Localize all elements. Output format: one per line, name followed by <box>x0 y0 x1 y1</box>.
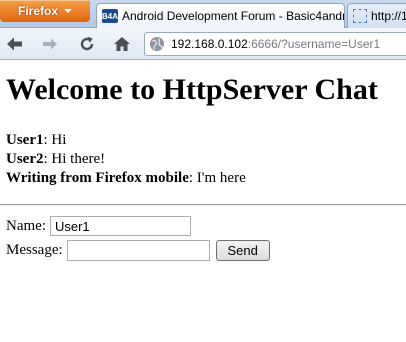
message-row: Message: Send <box>6 238 270 262</box>
page-title: Welcome to HttpServer Chat <box>6 73 378 106</box>
navigation-toolbar: 192.168.0.102:6666/?username=User1 <box>0 28 406 60</box>
b4a-favicon-icon: B4A <box>102 9 118 23</box>
back-button[interactable] <box>3 33 27 55</box>
send-button[interactable]: Send <box>215 239 270 261</box>
chevron-down-icon <box>64 9 72 13</box>
reload-icon <box>80 36 94 51</box>
name-label: Name: <box>6 217 46 234</box>
message-sender: Writing from Firefox mobile <box>6 170 189 186</box>
tab-httpserver-chat[interactable]: http://192.168.0.102:6666/?username=User… <box>347 3 406 28</box>
page-content: Welcome to HttpServer Chat User1: Hi Use… <box>0 60 406 342</box>
firefox-menu-button[interactable]: Firefox <box>0 0 90 22</box>
firefox-menu-label: Firefox <box>17 4 58 18</box>
message-text: : Hi there! <box>43 151 106 167</box>
home-button[interactable] <box>110 33 134 55</box>
forward-button[interactable] <box>38 33 62 55</box>
reload-button[interactable] <box>75 33 99 55</box>
message-text: : Hi <box>43 132 67 148</box>
tab-title: Android Development Forum - Basic4androi… <box>122 9 344 23</box>
horizontal-rule <box>0 204 406 206</box>
message-sender: User2 <box>6 151 44 167</box>
url-text: 192.168.0.102:6666/?username=User1 <box>171 37 380 51</box>
home-icon <box>114 37 130 51</box>
message-text: : I'm here <box>188 170 246 186</box>
message-label: Message: <box>6 241 63 258</box>
address-bar[interactable]: 192.168.0.102:6666/?username=User1 <box>144 32 406 56</box>
name-field[interactable] <box>49 216 191 236</box>
tab-strip: Firefox B4A Android Development Forum - … <box>0 0 406 28</box>
message-line: User1: Hi <box>6 131 246 150</box>
message-line: Writing from Firefox mobile: I'm here <box>6 169 246 188</box>
name-row: Name: <box>6 214 191 238</box>
message-list: User1: Hi User2: Hi there! Writing from … <box>6 131 246 188</box>
back-arrow-icon <box>7 37 22 51</box>
message-sender: User1 <box>6 132 44 148</box>
message-line: User2: Hi there! <box>6 150 246 169</box>
forward-arrow-icon <box>43 38 57 50</box>
globe-icon <box>150 37 164 51</box>
browser-window: Firefox B4A Android Development Forum - … <box>0 0 406 342</box>
message-field[interactable] <box>66 239 210 261</box>
url-host: 192.168.0.102 <box>171 37 248 51</box>
url-path: :6666/?username=User1 <box>247 37 381 51</box>
tab-android-development-forum[interactable]: B4A Android Development Forum - Basic4an… <box>96 3 345 28</box>
blank-page-icon <box>353 9 367 23</box>
tab-title: http://192.168.0.102:6666/?username=User… <box>371 9 406 23</box>
